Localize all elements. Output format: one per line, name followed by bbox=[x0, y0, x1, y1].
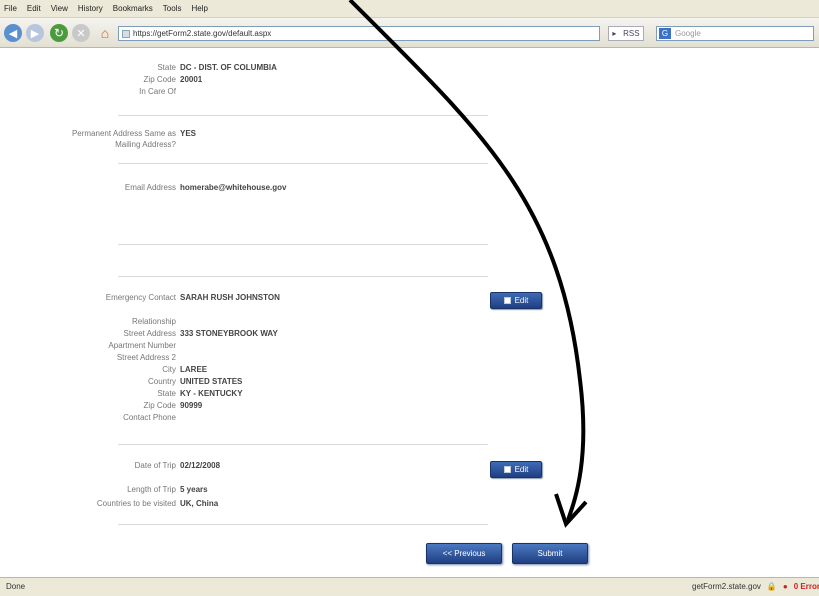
edit-label: Edit bbox=[514, 465, 529, 474]
permanent-address-value: YES bbox=[180, 129, 197, 138]
state-label: State bbox=[157, 63, 176, 72]
emergency-contact-value: SARAH RUSH JOHNSTON bbox=[180, 293, 280, 302]
forward-icon[interactable]: ▶ bbox=[26, 24, 44, 42]
emergency-state-label: State bbox=[157, 389, 176, 398]
stop-icon[interactable]: ✕ bbox=[72, 24, 90, 42]
street-address-value: 333 STONEYBROOK WAY bbox=[180, 329, 278, 338]
date-of-trip-label: Date of Trip bbox=[134, 461, 176, 470]
reload-icon[interactable]: ↻ bbox=[50, 24, 68, 42]
care-of-label: In Care Of bbox=[139, 87, 176, 96]
divider bbox=[118, 115, 488, 116]
edit-icon bbox=[503, 466, 511, 473]
emergency-state-value: KY - KENTUCKY bbox=[180, 389, 243, 398]
divider bbox=[118, 444, 488, 445]
status-text: Done bbox=[6, 582, 26, 591]
city-value: LAREE bbox=[180, 365, 208, 374]
edit-emergency-contact-button[interactable]: Edit bbox=[490, 292, 542, 309]
status-bar: Done getForm2.state.gov 🔒 ● 0 Errors bbox=[0, 577, 819, 596]
country-label: Country bbox=[147, 377, 176, 386]
divider bbox=[118, 244, 488, 245]
lock-icon: 🔒 bbox=[766, 582, 777, 591]
emergency-zip-label: Zip Code bbox=[143, 401, 176, 410]
menu-edit[interactable]: Edit bbox=[27, 4, 41, 13]
page-content: State DC - DIST. OF COLUMBIA Zip Code 20… bbox=[0, 49, 819, 577]
menu-history[interactable]: History bbox=[78, 4, 103, 13]
search-placeholder: Google bbox=[675, 29, 701, 38]
menu-bar: File Edit View History Bookmarks Tools H… bbox=[0, 0, 819, 18]
apartment-number-label: Apartment Number bbox=[108, 341, 176, 350]
address-bar[interactable]: https://getForm2.state.gov/default.aspx bbox=[118, 26, 600, 41]
menu-help[interactable]: Help bbox=[191, 4, 207, 13]
menu-file[interactable]: File bbox=[4, 4, 17, 13]
zip-label: Zip Code bbox=[143, 75, 176, 84]
email-label: Email Address bbox=[124, 183, 176, 192]
city-label: City bbox=[162, 365, 176, 374]
date-of-trip-value: 02/12/2008 bbox=[180, 461, 221, 470]
address-bar-url: https://getForm2.state.gov/default.aspx bbox=[133, 29, 272, 38]
country-value: UNITED STATES bbox=[180, 377, 243, 386]
state-value: DC - DIST. OF COLUMBIA bbox=[180, 63, 277, 72]
countries-value: UK, China bbox=[180, 499, 219, 508]
rss-feed-button[interactable]: ▸ RSS bbox=[608, 26, 644, 41]
page-favicon-icon bbox=[122, 30, 130, 38]
navigation-toolbar: ◀ ▶ ↻ ✕ ⌂ https://getForm2.state.gov/def… bbox=[0, 18, 819, 48]
mailing-address-label: Mailing Address? bbox=[115, 140, 176, 149]
length-of-trip-value: 5 years bbox=[180, 485, 208, 494]
zip-value: 20001 bbox=[180, 75, 203, 84]
status-addon: 0 Errors bbox=[793, 582, 819, 591]
rss-icon: ▸ bbox=[612, 29, 617, 38]
emergency-zip-value: 90999 bbox=[180, 401, 203, 410]
rss-label: RSS bbox=[623, 29, 640, 38]
home-icon[interactable]: ⌂ bbox=[96, 24, 114, 42]
divider bbox=[118, 524, 488, 525]
previous-label: << Previous bbox=[442, 549, 486, 558]
divider bbox=[118, 163, 488, 164]
relationship-label: Relationship bbox=[131, 317, 176, 326]
google-search-icon: G bbox=[659, 28, 671, 39]
edit-trip-button[interactable]: Edit bbox=[490, 461, 542, 478]
error-console-icon[interactable]: ● bbox=[783, 582, 788, 591]
menu-view[interactable]: View bbox=[51, 4, 68, 13]
previous-button[interactable]: << Previous bbox=[426, 543, 502, 564]
emergency-contact-label: Emergency Contact bbox=[105, 293, 176, 302]
street-address-2-label: Street Address 2 bbox=[116, 353, 176, 362]
countries-label: Countries to be visited bbox=[96, 499, 176, 508]
length-of-trip-label: Length of Trip bbox=[127, 485, 176, 494]
status-right: getForm2.state.gov 🔒 ● 0 Errors bbox=[692, 582, 819, 591]
street-address-label: Street Address bbox=[123, 329, 176, 338]
menu-tools[interactable]: Tools bbox=[163, 4, 182, 13]
search-input[interactable]: G Google bbox=[656, 26, 814, 41]
permanent-address-label: Permanent Address Same as bbox=[71, 129, 176, 138]
contact-phone-label: Contact Phone bbox=[123, 413, 176, 422]
back-icon[interactable]: ◀ bbox=[4, 24, 22, 42]
submit-button[interactable]: Submit bbox=[512, 543, 588, 564]
edit-label: Edit bbox=[514, 296, 529, 305]
submit-label: Submit bbox=[537, 549, 563, 558]
status-domain: getForm2.state.gov bbox=[692, 582, 761, 591]
divider bbox=[118, 276, 488, 277]
menu-bookmarks[interactable]: Bookmarks bbox=[113, 4, 153, 13]
email-value: homerabe@whitehouse.gov bbox=[180, 183, 287, 192]
edit-icon bbox=[503, 297, 511, 304]
